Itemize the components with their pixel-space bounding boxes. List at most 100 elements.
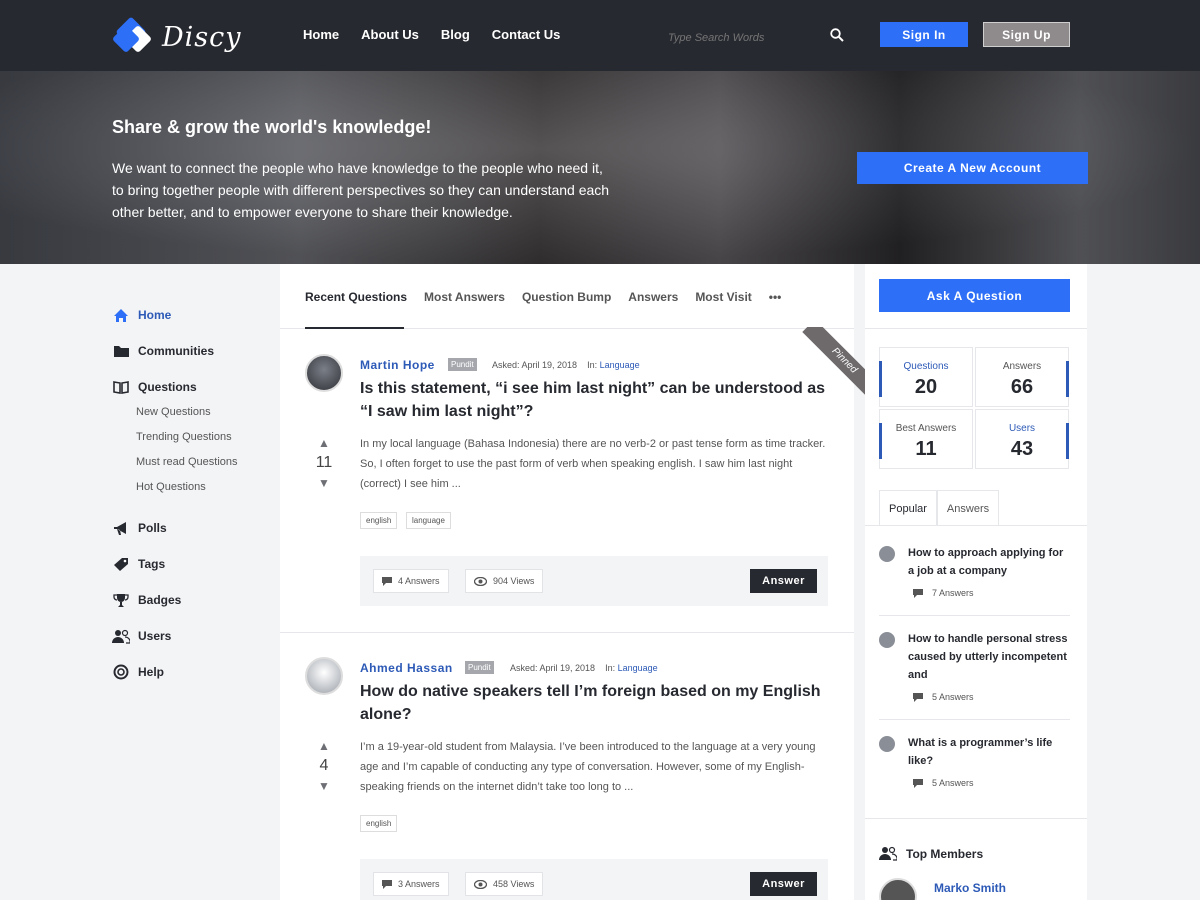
stat-label: Best Answers xyxy=(895,423,957,434)
site-logo[interactable]: Discy xyxy=(112,17,242,57)
comment-icon xyxy=(913,692,923,702)
nav-blog[interactable]: Blog xyxy=(441,27,470,42)
popular-title[interactable]: How to approach applying for a job at a … xyxy=(908,544,1070,580)
stat-questions: Questions 20 xyxy=(879,347,973,407)
category-link[interactable]: Language xyxy=(600,360,640,370)
tag-english[interactable]: english xyxy=(360,512,398,529)
author-badge: Pundit xyxy=(465,661,494,674)
tab-question-bump[interactable]: Question Bump xyxy=(522,290,611,304)
tab-answers[interactable]: Answers xyxy=(936,490,1000,526)
ask-question-button[interactable]: Ask A Question xyxy=(879,279,1070,312)
category-link[interactable]: Language xyxy=(618,663,658,673)
sidebar-item-home[interactable]: Home xyxy=(112,306,272,324)
logo-icon xyxy=(113,17,151,52)
sidebar-item-users[interactable]: Users xyxy=(112,627,272,645)
search-box xyxy=(668,28,848,44)
sidebar-item-help[interactable]: Help xyxy=(112,663,272,681)
downvote-icon[interactable]: ▼ xyxy=(314,779,334,793)
nav-about-us[interactable]: About Us xyxy=(361,27,419,42)
top-header: Discy Home About Us Blog Contact Us Sign… xyxy=(0,0,1200,71)
popular-item: What is a programmer’s life like? 5 Answ… xyxy=(879,734,1070,788)
comment-icon xyxy=(382,576,392,586)
hero-text: We want to connect the people who have k… xyxy=(112,160,610,220)
sidebar-sub-hot-questions[interactable]: Hot Questions xyxy=(136,475,272,500)
upvote-icon[interactable]: ▲ xyxy=(314,436,334,450)
left-sidebar: Home Communities Questions New Questions… xyxy=(112,306,272,681)
sidebar-item-label: Help xyxy=(138,665,165,679)
divider xyxy=(865,328,1087,329)
divider xyxy=(865,525,1087,526)
popular-answers: 5 Answers xyxy=(913,692,1070,702)
tab-popular[interactable]: Popular xyxy=(879,490,937,526)
search-input[interactable] xyxy=(668,32,818,44)
vote-count: 11 xyxy=(315,454,333,471)
sign-up-button[interactable]: Sign Up xyxy=(983,22,1070,47)
trophy-icon xyxy=(112,593,130,608)
answers-count[interactable]: 4 Answers xyxy=(373,569,449,593)
top-members-heading: Top Members xyxy=(879,846,983,861)
divider xyxy=(879,615,1070,616)
downvote-icon[interactable]: ▼ xyxy=(314,476,334,490)
sidebar-sub-must-read-questions[interactable]: Must read Questions xyxy=(136,450,272,475)
sidebar-item-communities[interactable]: Communities xyxy=(112,342,272,360)
create-account-button[interactable]: Create A New Account xyxy=(857,152,1088,184)
eye-icon xyxy=(474,879,487,889)
sidebar-item-label: Tags xyxy=(138,557,166,571)
question-title[interactable]: Is this statement, “i see him last night… xyxy=(360,377,830,423)
nav-home[interactable]: Home xyxy=(303,27,339,42)
answer-button[interactable]: Answer xyxy=(750,569,817,593)
question-title[interactable]: How do native speakers tell I’m foreign … xyxy=(360,680,830,726)
stat-best-answers: Best Answers 11 xyxy=(879,409,973,469)
question-excerpt: In my local language (Bahasa Indonesia) … xyxy=(360,438,826,490)
avatar[interactable] xyxy=(879,878,917,900)
folder-icon xyxy=(112,344,130,358)
tag-language[interactable]: language xyxy=(406,512,451,529)
sidebar-item-label: Home xyxy=(138,308,172,322)
stat-value: 43 xyxy=(1010,438,1034,460)
sign-in-button[interactable]: Sign In xyxy=(880,22,968,47)
tab-answers[interactable]: Answers xyxy=(628,290,678,304)
divider xyxy=(879,719,1070,720)
logo-text: Discy xyxy=(162,21,242,53)
tab-recent-questions[interactable]: Recent Questions xyxy=(305,290,407,304)
tab-most-visit[interactable]: Most Visit xyxy=(695,290,751,304)
sidebar-item-tags[interactable]: Tags xyxy=(112,555,272,573)
tag-english[interactable]: english xyxy=(360,815,398,832)
sidebar-item-badges[interactable]: Badges xyxy=(112,591,272,609)
answer-button[interactable]: Answer xyxy=(750,872,817,896)
divider xyxy=(865,818,1087,819)
right-sidebar: Ask A Question Questions 20 Answers 66 B… xyxy=(865,264,1087,900)
member-name[interactable]: Marko Smith xyxy=(934,881,1006,895)
tag-icon xyxy=(112,557,130,572)
search-icon[interactable] xyxy=(830,28,844,42)
tab-most-answers[interactable]: Most Answers xyxy=(424,290,505,304)
sidebar-item-label: Polls xyxy=(138,521,167,535)
home-icon xyxy=(112,308,130,323)
sidebar-sub-trending-questions[interactable]: Trending Questions xyxy=(136,425,272,450)
comment-icon xyxy=(382,879,392,889)
stat-label: Answers xyxy=(1002,361,1042,372)
question-footer: 4 Answers 904 Views Answer xyxy=(360,556,828,606)
asked-date: Asked: April 19, 2018 xyxy=(492,360,578,370)
upvote-icon[interactable]: ▲ xyxy=(314,739,334,753)
author-badge: Pundit xyxy=(448,358,477,371)
popular-answers: 5 Answers xyxy=(913,778,1070,788)
in-label: In: xyxy=(605,663,616,673)
author-name[interactable]: Martin Hope xyxy=(360,358,435,372)
question-feed: Recent Questions Most Answers Question B… xyxy=(280,264,870,900)
nav-contact-us[interactable]: Contact Us xyxy=(492,27,561,42)
avatar[interactable] xyxy=(305,657,343,695)
sidebar-item-polls[interactable]: Polls xyxy=(112,519,272,537)
more-tabs-icon[interactable]: ••• xyxy=(769,290,782,304)
author-name[interactable]: Ahmed Hassan xyxy=(360,661,453,675)
sidebar-sub-new-questions[interactable]: New Questions xyxy=(136,400,272,425)
popular-title[interactable]: What is a programmer’s life like? xyxy=(908,734,1070,770)
vote-box: ▲ 4 ▼ xyxy=(314,739,334,793)
avatar[interactable] xyxy=(305,354,343,392)
popular-title[interactable]: How to handle personal stress caused by … xyxy=(908,630,1070,684)
popular-answers: 7 Answers xyxy=(913,588,1070,598)
answers-count[interactable]: 3 Answers xyxy=(373,872,449,896)
question-meta: Asked: April 19, 2018 In: Language xyxy=(510,663,658,673)
sidebar-item-questions[interactable]: Questions xyxy=(112,378,272,396)
stat-value: 11 xyxy=(915,438,937,460)
